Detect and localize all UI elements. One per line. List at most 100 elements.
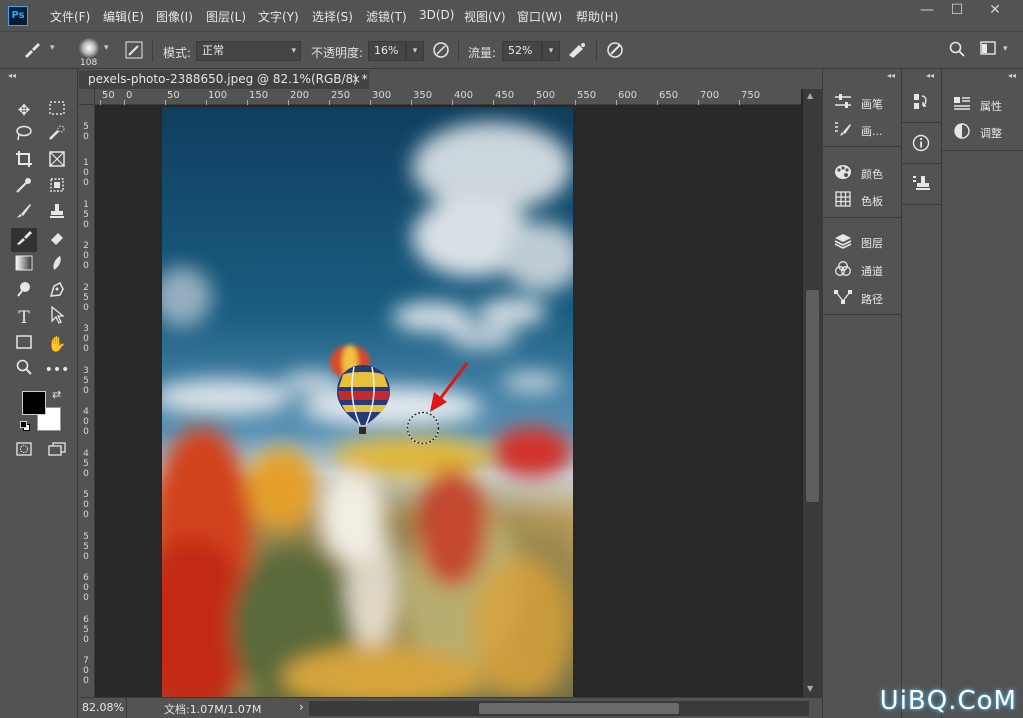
clone-source-icon[interactable] (912, 174, 932, 194)
ruler-h-tick (657, 100, 658, 105)
smudge-tool-icon[interactable] (44, 254, 70, 278)
vertical-scrollbar-thumb[interactable] (806, 290, 819, 502)
horizontal-scrollbar-thumb[interactable] (479, 703, 679, 714)
menu-bar: Ps 文件(F) 编辑(E) 图像(I) 图层(L) 文字(Y) 选择(S) 滤… (0, 0, 1023, 31)
panel-brush-presets[interactable]: 画... (823, 116, 901, 144)
info-icon[interactable] (912, 134, 932, 154)
panel-channels[interactable]: 通道 (823, 256, 901, 284)
pen-tool-icon[interactable] (44, 280, 70, 304)
airbrush-icon[interactable] (567, 41, 587, 61)
tool-preset-dropdown-icon[interactable]: ▾ (50, 43, 55, 53)
screen-mode-icon[interactable] (44, 439, 70, 463)
brush-panel-group: 画笔 画... (823, 83, 901, 147)
more-tools-icon[interactable]: ••• (44, 358, 70, 382)
search-icon[interactable] (947, 41, 967, 61)
collapse-panel-icon[interactable]: ◂◂ (926, 71, 934, 80)
document-image[interactable] (162, 107, 573, 697)
panel-layers[interactable]: 图层 (823, 228, 901, 256)
pressure-size-icon[interactable] (605, 41, 625, 61)
gradient-tool-icon[interactable] (11, 254, 37, 278)
panel-dock-expanded: ◂◂ 属性 调整 (941, 69, 1023, 718)
flow-dropdown-icon[interactable]: ▾ (542, 41, 560, 61)
quick-selection-tool-icon[interactable] (44, 124, 70, 148)
foreground-color-swatch[interactable] (22, 391, 46, 415)
chevron-down-icon: ▾ (291, 46, 296, 56)
menu-help[interactable]: 帮助(H) (576, 8, 618, 25)
panel-swatches[interactable]: 色板 (823, 186, 901, 214)
collapse-panel-icon[interactable]: ◂◂ (1008, 71, 1016, 80)
panel-brush-settings[interactable]: 画笔 (823, 89, 901, 117)
panel-color[interactable]: 颜色 (823, 159, 901, 187)
menu-view[interactable]: 视图(V) (464, 8, 506, 25)
menu-file[interactable]: 文件(F) (50, 8, 90, 25)
clone-stamp-tool-icon[interactable] (44, 202, 70, 226)
move-tool-icon[interactable]: ✥ (11, 98, 37, 122)
brush-settings-toggle-icon[interactable] (124, 41, 144, 61)
eraser-tool-icon[interactable] (44, 228, 70, 252)
flow-input[interactable]: 52% (502, 41, 542, 61)
pressure-opacity-icon[interactable] (431, 41, 451, 61)
close-document-icon[interactable]: × (351, 70, 361, 89)
menu-image[interactable]: 图像(I) (156, 8, 193, 25)
quick-mask-icon[interactable] (11, 439, 37, 463)
frame-tool-icon[interactable] (44, 150, 70, 174)
collapse-panel-icon[interactable]: ◂◂ (8, 71, 16, 80)
menu-layer[interactable]: 图层(L) (206, 8, 246, 25)
vertical-ruler: 5 0 1 0 0 1 5 0 2 0 0 2 5 0 3 0 0 3 5 0 4 0 0 4 … (79, 105, 95, 697)
path-selection-tool-icon[interactable] (44, 305, 70, 330)
eyedropper-tool-icon[interactable] (11, 176, 37, 200)
document-tab[interactable]: pexels-photo-2388650.jpeg @ 82.1%(RGB/8)… (79, 69, 369, 89)
menu-edit[interactable]: 编辑(E) (103, 8, 144, 25)
swap-colors-icon[interactable]: ⇄ (52, 388, 61, 401)
ruler-origin[interactable] (79, 89, 95, 105)
ruler-h-tick (206, 100, 207, 105)
opacity-dropdown-icon[interactable]: ▾ (406, 41, 424, 61)
ruler-h-tick (165, 100, 166, 105)
type-tool-icon[interactable]: T (11, 306, 37, 330)
ruler-v-label: 6 5 0 (83, 615, 89, 645)
scroll-down-icon[interactable]: ▼ (807, 684, 813, 693)
menu-window[interactable]: 窗口(W) (517, 8, 562, 25)
ruler-v-label: 4 0 0 (83, 407, 89, 437)
collapse-panel-icon[interactable]: ◂◂ (887, 71, 895, 80)
mixer-brush-tool-active-icon[interactable] (11, 228, 37, 252)
status-menu-arrow[interactable]: › (299, 700, 304, 714)
flow-label: 流量: (468, 46, 497, 60)
mode-select[interactable]: 正常 ▾ (196, 41, 301, 61)
panel-adjustments[interactable]: 调整 (942, 118, 1020, 146)
ruler-v-label: 7 0 0 (83, 656, 89, 686)
workspace-icon[interactable] (978, 41, 998, 61)
default-colors-icon[interactable] (20, 421, 30, 431)
scroll-up-icon[interactable]: ▲ (807, 91, 813, 100)
mixer-brush-tool-icon[interactable] (22, 41, 42, 61)
menu-select[interactable]: 选择(S) (312, 8, 353, 25)
workspace-dropdown-icon[interactable]: ▾ (1003, 44, 1008, 54)
paths-icon (833, 289, 853, 307)
rectangle-tool-icon[interactable] (11, 332, 37, 356)
marquee-tool-icon[interactable] (44, 98, 70, 122)
opacity-input[interactable]: 16% (368, 41, 406, 61)
dodge-tool-icon[interactable] (11, 280, 37, 304)
zoom-tool-icon[interactable] (11, 358, 37, 382)
brush-picker-dropdown-icon[interactable]: ▾ (104, 43, 109, 53)
lasso-tool-icon[interactable] (11, 124, 37, 148)
palette-icon (833, 164, 853, 182)
history-icon[interactable] (912, 93, 932, 113)
brush-preview-icon[interactable] (79, 38, 99, 58)
maximize-button[interactable]: ☐ (940, 0, 974, 22)
panel-properties[interactable]: 属性 (942, 91, 1020, 119)
brush-tool-icon[interactable] (11, 202, 37, 226)
ruler-h-label: 200 (290, 90, 310, 101)
ruler-h-tick (534, 100, 535, 105)
zoom-level[interactable]: 82.08% (82, 701, 124, 714)
menu-type[interactable]: 文字(Y) (258, 8, 299, 25)
close-window-button[interactable]: ✕ (978, 0, 1012, 22)
object-selection-tool-icon[interactable] (44, 176, 70, 200)
crop-tool-icon[interactable] (11, 150, 37, 174)
panel-label: 属性 (980, 100, 1002, 113)
hand-tool-icon[interactable]: ✋ (44, 332, 70, 356)
panel-paths[interactable]: 路径 (823, 284, 901, 312)
menu-3d[interactable]: 3D(D) (419, 8, 454, 22)
minimize-button[interactable]: — (910, 0, 944, 22)
menu-filter[interactable]: 滤镜(T) (366, 8, 407, 25)
